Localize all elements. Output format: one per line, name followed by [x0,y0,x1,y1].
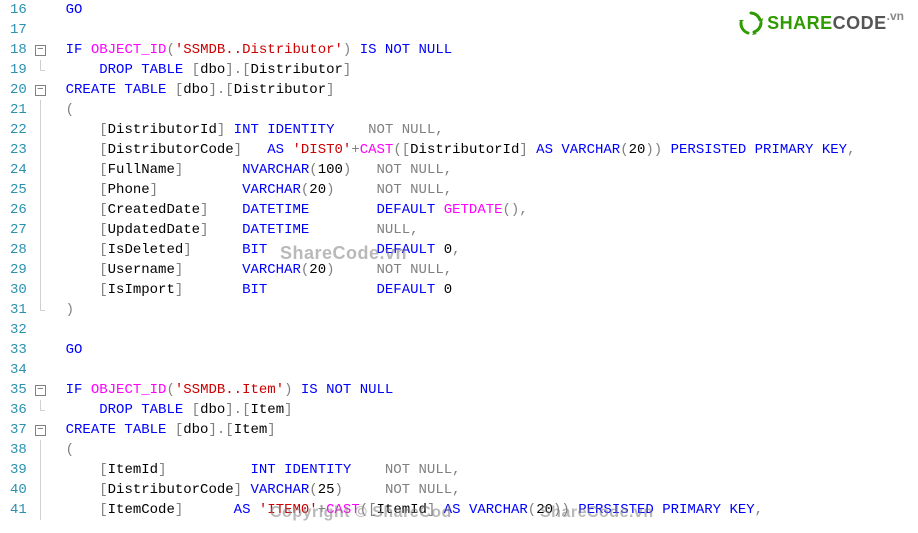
line-number: 30 [10,280,27,300]
fold-guide [33,0,47,20]
line-number: 33 [10,340,27,360]
code-line[interactable]: [Username] VARCHAR(20) NOT NULL, [49,260,918,280]
line-number: 18 [10,40,27,60]
line-number: 19 [10,60,27,80]
fold-guide [33,140,47,160]
code-area[interactable]: GO IF OBJECT_ID('SSMDB..Distributor') IS… [47,0,918,533]
code-line[interactable]: IF OBJECT_ID('SSMDB..Distributor') IS NO… [49,40,918,60]
code-line[interactable]: [ItemCode] AS 'ITEM0'+CAST([ItemId] AS V… [49,500,918,520]
code-line[interactable]: [DistributorId] INT IDENTITY NOT NULL, [49,120,918,140]
line-number: 21 [10,100,27,120]
line-number: 37 [10,420,27,440]
line-number: 27 [10,220,27,240]
code-line[interactable]: ( [49,440,918,460]
code-line[interactable]: [DistributorCode] AS 'DIST0'+CAST([Distr… [49,140,918,160]
fold-guide [33,440,47,460]
line-number: 40 [10,480,27,500]
fold-guide [33,460,47,480]
code-line[interactable] [49,20,918,40]
fold-toggle-icon[interactable] [33,40,47,60]
code-editor[interactable]: 1617181920212223242526272829303132333435… [0,0,918,533]
line-number: 28 [10,240,27,260]
line-number: 22 [10,120,27,140]
fold-guide [33,400,47,420]
code-line[interactable]: ) [49,300,918,320]
line-number: 34 [10,360,27,380]
code-line[interactable]: ( [49,100,918,120]
fold-guide [33,120,47,140]
code-line[interactable]: CREATE TABLE [dbo].[Item] [49,420,918,440]
line-number: 20 [10,80,27,100]
fold-guide [33,260,47,280]
fold-guide [33,220,47,240]
line-number: 26 [10,200,27,220]
line-number: 31 [10,300,27,320]
code-line[interactable]: GO [49,0,918,20]
fold-column[interactable] [33,0,47,533]
code-line[interactable]: [CreatedDate] DATETIME DEFAULT GETDATE()… [49,200,918,220]
fold-toggle-icon[interactable] [33,380,47,400]
code-line[interactable] [49,360,918,380]
fold-guide [33,20,47,40]
code-line[interactable]: [FullName] NVARCHAR(100) NOT NULL, [49,160,918,180]
code-line[interactable]: DROP TABLE [dbo].[Item] [49,400,918,420]
line-number-gutter: 1617181920212223242526272829303132333435… [0,0,33,533]
line-number: 29 [10,260,27,280]
line-number: 24 [10,160,27,180]
fold-guide [33,100,47,120]
fold-guide [33,300,47,320]
code-line[interactable]: IF OBJECT_ID('SSMDB..Item') IS NOT NULL [49,380,918,400]
code-line[interactable]: [IsDeleted] BIT DEFAULT 0, [49,240,918,260]
code-line[interactable]: DROP TABLE [dbo].[Distributor] [49,60,918,80]
line-number: 16 [10,0,27,20]
code-line[interactable]: [DistributorCode] VARCHAR(25) NOT NULL, [49,480,918,500]
code-line[interactable] [49,320,918,340]
line-number: 38 [10,440,27,460]
fold-toggle-icon[interactable] [33,80,47,100]
fold-guide [33,340,47,360]
fold-guide [33,500,47,520]
fold-guide [33,280,47,300]
code-line[interactable]: CREATE TABLE [dbo].[Distributor] [49,80,918,100]
code-line[interactable]: [Phone] VARCHAR(20) NOT NULL, [49,180,918,200]
fold-guide [33,200,47,220]
line-number: 23 [10,140,27,160]
fold-guide [33,180,47,200]
code-line[interactable]: [UpdatedDate] DATETIME NULL, [49,220,918,240]
line-number: 17 [10,20,27,40]
code-line[interactable]: [IsImport] BIT DEFAULT 0 [49,280,918,300]
fold-guide [33,60,47,80]
fold-guide [33,240,47,260]
line-number: 41 [10,500,27,520]
line-number: 25 [10,180,27,200]
line-number: 35 [10,380,27,400]
line-number: 39 [10,460,27,480]
fold-guide [33,320,47,340]
fold-guide [33,360,47,380]
code-line[interactable]: [ItemId] INT IDENTITY NOT NULL, [49,460,918,480]
fold-guide [33,160,47,180]
code-line[interactable]: GO [49,340,918,360]
fold-toggle-icon[interactable] [33,420,47,440]
fold-guide [33,480,47,500]
line-number: 36 [10,400,27,420]
line-number: 32 [10,320,27,340]
